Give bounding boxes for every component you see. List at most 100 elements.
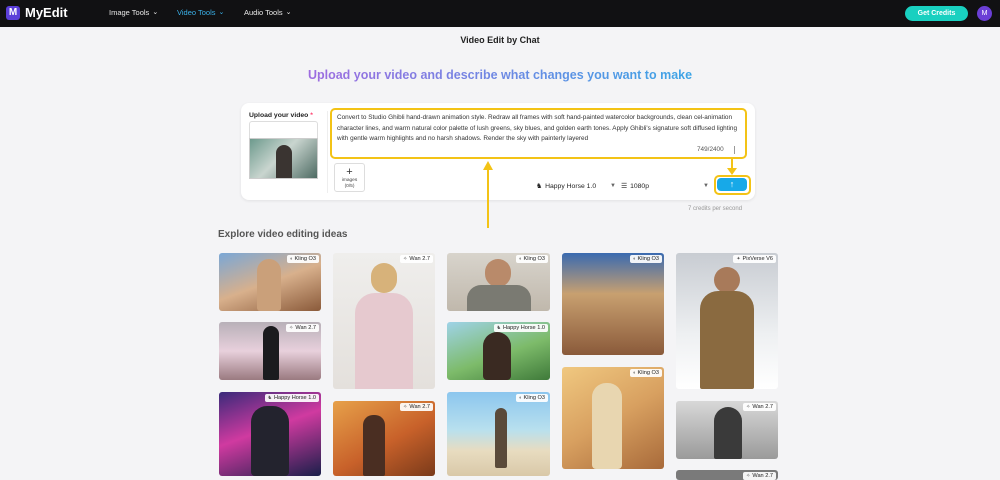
- model-tag-label: Kling O3: [523, 395, 545, 401]
- model-tag-label: Wan 2.7: [295, 325, 316, 331]
- gallery-tile[interactable]: ✦ PixVerse V6: [676, 253, 778, 389]
- chevron-down-icon: ▼: [703, 183, 709, 189]
- gallery-tile[interactable]: ◖ Kling O3: [219, 253, 321, 311]
- tile-figure: [257, 259, 281, 311]
- model-tag-label: Happy Horse 1.0: [503, 325, 545, 331]
- gallery-tile[interactable]: ◖ Kling O3: [447, 392, 550, 476]
- model-tag-label: Kling O3: [523, 256, 545, 262]
- pixverse-icon: ✦: [736, 256, 741, 262]
- model-tag: ✧ Wan 2.7: [400, 255, 433, 263]
- chevron-down-icon: ▼: [610, 183, 616, 189]
- tile-figure: [700, 291, 754, 389]
- thumbnail-figure: [276, 145, 292, 178]
- kling-icon: ◖: [289, 256, 293, 262]
- logo-icon: M: [6, 6, 20, 20]
- wan-icon: ✧: [289, 325, 294, 331]
- model-tag: ✧ Wan 2.7: [286, 324, 319, 332]
- gallery-tile[interactable]: ◖ Kling O3: [447, 253, 550, 311]
- model-tag: ◖ Kling O3: [515, 255, 548, 263]
- add-images-button[interactable]: + images (0/5): [334, 163, 365, 192]
- page-title: Video Edit by Chat: [460, 35, 540, 45]
- model-tag: ◖ Kling O3: [286, 255, 319, 263]
- tile-figure: [251, 406, 289, 476]
- gallery-tile[interactable]: ♞ Happy Horse 1.0: [219, 392, 321, 476]
- nav-label: Image Tools: [109, 8, 150, 17]
- model-tag-label: Kling O3: [637, 370, 659, 376]
- gallery-tile[interactable]: ◖ Kling O3: [562, 367, 664, 469]
- model-tag: ♞ Happy Horse 1.0: [493, 324, 548, 332]
- divider: [327, 111, 328, 193]
- gallery-tile[interactable]: ✧ Wan 2.7: [676, 401, 778, 459]
- arrow-up-icon: ↑: [729, 179, 735, 189]
- kling-icon: ◖: [518, 256, 522, 262]
- add-images-count: (0/5): [344, 184, 355, 189]
- kling-icon: ◖: [632, 256, 636, 262]
- app-name: MyEdit: [25, 5, 68, 20]
- get-credits-button[interactable]: Get Credits: [905, 6, 968, 21]
- headline: Upload your video and describe what chan…: [0, 68, 1000, 82]
- model-tag: ✧ Wan 2.7: [400, 403, 433, 411]
- model-tag-label: Wan 2.7: [752, 404, 773, 410]
- tile-figure: [483, 332, 511, 380]
- model-tag: ◖ Kling O3: [629, 369, 662, 377]
- wan-icon: ✧: [403, 404, 408, 410]
- tile-figure: [263, 326, 279, 380]
- wan-icon: ✧: [403, 256, 408, 262]
- model-select[interactable]: ♞ Happy Horse 1.0 ▼: [536, 180, 616, 192]
- model-tag: ✧ Wan 2.7: [743, 472, 776, 480]
- tile-figure: [592, 383, 622, 469]
- gallery-tile[interactable]: ✧ Wan 2.7: [333, 401, 435, 476]
- video-thumbnail[interactable]: [249, 138, 318, 179]
- prompt-textarea[interactable]: Convert to Studio Ghibli hand-drawn anim…: [333, 110, 749, 159]
- model-tag-label: Happy Horse 1.0: [274, 395, 316, 401]
- logo[interactable]: M MyEdit: [6, 4, 68, 22]
- upload-label-text: Upload your video: [249, 112, 309, 119]
- model-tag-label: Wan 2.7: [409, 256, 430, 262]
- horse-icon: ♞: [267, 395, 273, 401]
- char-counter: 749/2400: [697, 146, 724, 153]
- avatar[interactable]: M: [977, 6, 992, 21]
- gallery-tile[interactable]: ♞ Happy Horse 1.0: [447, 322, 550, 380]
- tile-figure-head: [371, 263, 397, 293]
- tile-figure-head: [714, 267, 740, 293]
- tile-figure: [495, 408, 507, 468]
- wan-icon: ✧: [746, 473, 751, 479]
- model-tag-label: PixVerse V6: [742, 256, 773, 262]
- model-tag: ✦ PixVerse V6: [733, 255, 776, 263]
- credits-note: 7 credits per second: [688, 206, 743, 212]
- sliders-icon: ☰: [621, 183, 628, 190]
- annotation-arrow-head: [483, 161, 493, 170]
- submit-button[interactable]: ↑: [717, 178, 747, 191]
- model-tag-label: Wan 2.7: [752, 473, 773, 479]
- explore-title: Explore video editing ideas: [218, 229, 348, 240]
- model-tag: ◖ Kling O3: [515, 394, 548, 402]
- tile-figure-head: [485, 259, 511, 287]
- model-tag-label: Wan 2.7: [409, 404, 430, 410]
- top-nav: M MyEdit Image Tools ⌄ Video Tools ⌄ Aud…: [0, 0, 1000, 27]
- counter-separator: [734, 146, 735, 154]
- nav-label: Audio Tools: [244, 8, 283, 17]
- gallery-tile[interactable]: ✧ Wan 2.7: [219, 322, 321, 380]
- nav-image-tools[interactable]: Image Tools ⌄: [109, 8, 158, 17]
- nav-audio-tools[interactable]: Audio Tools ⌄: [244, 8, 292, 17]
- resolution-select[interactable]: ☰ 1080p ▼: [621, 180, 709, 192]
- gallery-tile[interactable]: ✧ Wan 2.7: [676, 470, 778, 480]
- kling-icon: ◖: [632, 370, 636, 376]
- model-tag: ♞ Happy Horse 1.0: [264, 394, 319, 402]
- model-tag-label: Kling O3: [637, 256, 659, 262]
- model-tag: ✧ Wan 2.7: [743, 403, 776, 411]
- nav-label: Video Tools: [177, 8, 216, 17]
- kling-icon: ◖: [518, 395, 522, 401]
- nav-video-tools[interactable]: Video Tools ⌄: [177, 8, 224, 17]
- horse-icon: ♞: [536, 183, 543, 190]
- annotation-arrow-line: [487, 170, 489, 228]
- gallery-tile[interactable]: ✧ Wan 2.7: [333, 253, 435, 389]
- tile-figure: [467, 285, 531, 311]
- chevron-down-icon: ⌄: [285, 8, 292, 16]
- upload-label: Upload your video *: [249, 112, 313, 119]
- tile-figure: [714, 407, 742, 459]
- horse-icon: ♞: [496, 325, 502, 331]
- model-value: Happy Horse 1.0: [545, 182, 597, 190]
- model-tag: ◖ Kling O3: [629, 255, 662, 263]
- gallery-tile[interactable]: ◖ Kling O3: [562, 253, 664, 355]
